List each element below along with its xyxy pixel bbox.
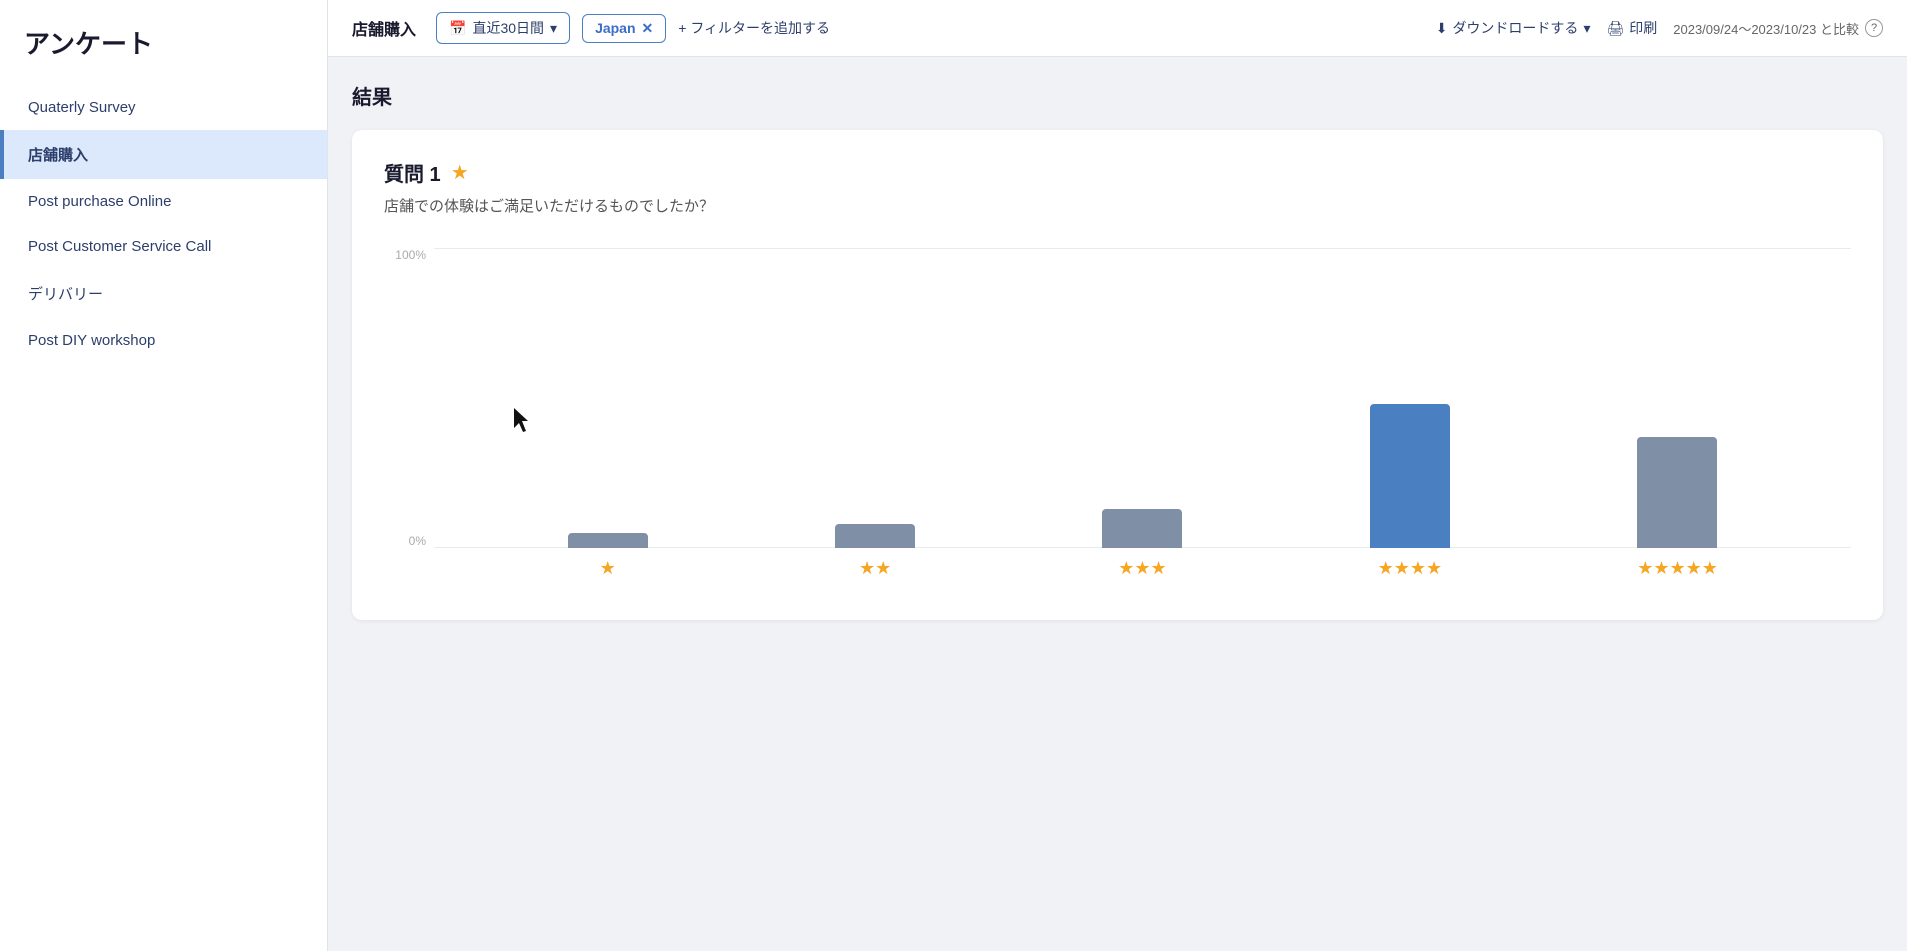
download-label: ダウンドロードする <box>1452 18 1578 38</box>
x-label-2: ★★★ <box>1102 558 1182 579</box>
sidebar-item-post-purchase[interactable]: Post purchase Online <box>0 179 327 224</box>
topbar: 店舗購入 📅 直近30日間 ▾ Japan ✕ + フィルターを追加する ⬇ ダ… <box>328 0 1907 57</box>
topbar-title: 店舗購入 <box>352 16 416 40</box>
download-icon: ⬇ <box>1436 20 1448 37</box>
content-area: 結果 質問 1 ★ 店舗での体験はご満足いただけるものでしたか？ 100% 0% <box>328 57 1907 951</box>
bar-4 <box>1637 437 1717 548</box>
add-filter-button[interactable]: + フィルターを追加する <box>678 18 830 38</box>
x-label-3: ★★★★ <box>1370 558 1450 579</box>
sidebar: アンケート Quaterly Survey店舗購入Post purchase O… <box>0 0 328 951</box>
bar-group-0 <box>568 533 648 548</box>
question-card: 質問 1 ★ 店舗での体験はご満足いただけるものでしたか？ 100% 0% <box>352 130 1883 620</box>
printer-icon: 🖨 <box>1606 20 1624 37</box>
bar-1 <box>835 524 915 548</box>
japan-filter-tag[interactable]: Japan ✕ <box>582 14 666 43</box>
sidebar-item-delivery[interactable]: デリバリー <box>0 269 327 318</box>
x-label-1: ★★ <box>835 558 915 579</box>
compare-text: 2023/09/24〜2023/10/23 と比較 <box>1673 19 1859 38</box>
y-label-0: 0% <box>409 534 426 548</box>
chart-area <box>434 248 1851 548</box>
print-button[interactable]: 🖨 印刷 <box>1606 18 1657 38</box>
sidebar-item-post-service[interactable]: Post Customer Service Call <box>0 224 327 269</box>
topbar-left: 店舗購入 📅 直近30日間 ▾ Japan ✕ + フィルターを追加する <box>352 12 830 44</box>
chart-container: 100% 0% <box>384 248 1851 588</box>
help-icon[interactable]: ? <box>1865 19 1883 37</box>
sidebar-item-post-diy[interactable]: Post DIY workshop <box>0 318 327 363</box>
bar-group-2 <box>1102 509 1182 548</box>
date-filter-label: 直近30日間 <box>472 18 544 38</box>
topbar-right: ⬇ ダウンドロードする ▾ 🖨 印刷 2023/09/24〜2023/10/23… <box>1436 18 1883 38</box>
bar-0 <box>568 533 648 548</box>
question-header: 質問 1 ★ <box>384 158 1851 187</box>
x-label-0: ★ <box>568 558 648 579</box>
x-label-4: ★★★★★ <box>1637 558 1717 579</box>
bar-group-1 <box>835 524 915 548</box>
bars-wrapper <box>434 248 1851 548</box>
bar-group-3 <box>1370 404 1450 548</box>
date-filter-button[interactable]: 📅 直近30日間 ▾ <box>436 12 570 44</box>
bar-2 <box>1102 509 1182 548</box>
main-content: 店舗購入 📅 直近30日間 ▾ Japan ✕ + フィルターを追加する ⬇ ダ… <box>328 0 1907 951</box>
app-title: アンケート <box>0 24 327 85</box>
question-label: 質問 1 <box>384 158 441 187</box>
japan-tag-label: Japan <box>595 20 635 36</box>
compare-section: 2023/09/24〜2023/10/23 と比較 ? <box>1673 19 1883 38</box>
section-title: 結果 <box>352 81 1883 110</box>
star-rating-icon: ★ <box>451 160 469 185</box>
download-chevron-icon: ▾ <box>1583 20 1590 37</box>
chevron-down-icon: ▾ <box>550 20 557 37</box>
sidebar-item-quaterly[interactable]: Quaterly Survey <box>0 85 327 130</box>
question-text: 店舗での体験はご満足いただけるものでしたか？ <box>384 195 1851 216</box>
download-button[interactable]: ⬇ ダウンドロードする ▾ <box>1436 18 1591 38</box>
sidebar-item-store[interactable]: 店舗購入 <box>0 130 327 179</box>
close-icon[interactable]: ✕ <box>642 20 654 37</box>
y-label-100: 100% <box>395 248 426 262</box>
bar-group-4 <box>1637 437 1717 548</box>
x-labels: ★★★★★★★★★★★★★★★ <box>434 548 1851 588</box>
bar-3 <box>1370 404 1450 548</box>
add-filter-label: + フィルターを追加する <box>678 18 830 38</box>
chart-y-axis: 100% 0% <box>384 248 434 548</box>
calendar-icon: 📅 <box>449 20 466 37</box>
print-label: 印刷 <box>1629 18 1657 38</box>
